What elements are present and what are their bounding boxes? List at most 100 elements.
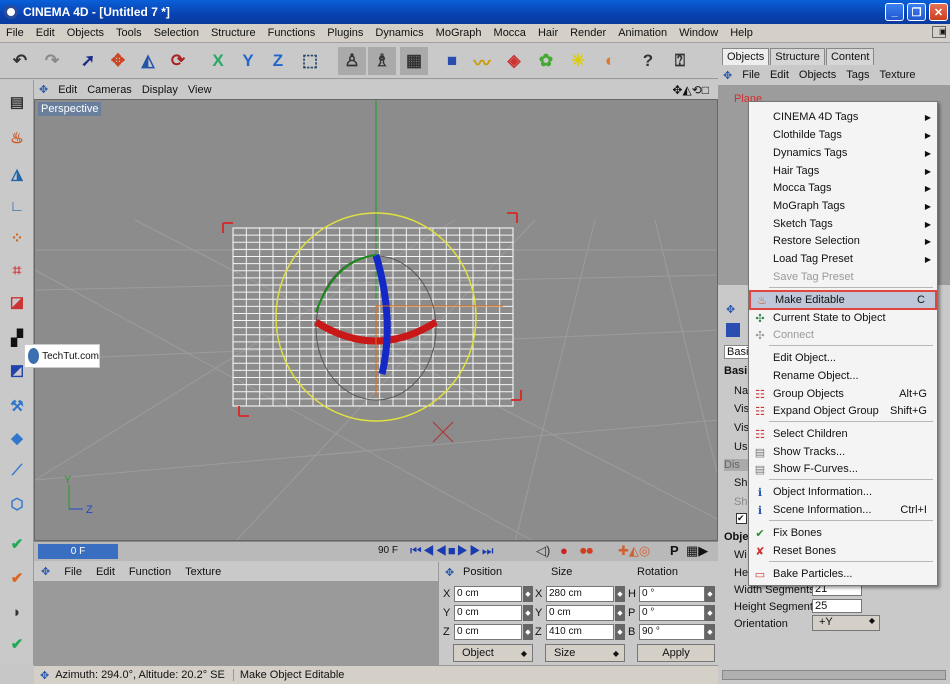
menu-item-clothilde-tags[interactable]: Clothilde Tags ▶ [749, 126, 937, 144]
rot-h-field[interactable]: 0 ° [639, 586, 705, 602]
material-menu-icon[interactable]: ✥ [34, 565, 57, 578]
attr-enabled-checkbox[interactable]: ✔ [736, 513, 747, 524]
maximize-button[interactable]: ❐ [907, 3, 926, 21]
menu-item-edit-object[interactable]: Edit Object... [749, 349, 937, 367]
pointer-tool-icon[interactable]: ➚ [74, 47, 102, 75]
menu-mograph[interactable]: MoGraph [430, 27, 488, 39]
current-frame[interactable]: 0 F [38, 544, 118, 559]
scale-tool-icon[interactable]: ◭ [134, 47, 162, 75]
bone-tool-icon[interactable]: ⚒ [3, 392, 31, 420]
menu-mocca[interactable]: Mocca [488, 27, 532, 39]
object-menu-icon[interactable]: ✥ [718, 69, 737, 82]
tab-objects[interactable]: Objects [722, 48, 770, 65]
menu-structure[interactable]: Structure [205, 27, 262, 39]
autokey-icon[interactable]: ⏺⏺ [580, 543, 593, 559]
nurbs-icon[interactable]: ◈ [500, 47, 528, 75]
menu-item-show-f-curves[interactable]: ▤ Show F-Curves... [749, 460, 937, 478]
sound-icon[interactable]: ◁) [536, 543, 550, 559]
object-menu-tags[interactable]: Tags [841, 69, 874, 81]
object-menu-objects[interactable]: Objects [794, 69, 841, 81]
viewport-menu-display[interactable]: Display [137, 84, 183, 96]
height-segments-field[interactable]: 25 [812, 599, 862, 613]
tab-structure[interactable]: Structure [770, 48, 825, 65]
rot-b-field[interactable]: 90 ° [639, 624, 705, 640]
menu-selection[interactable]: Selection [148, 27, 205, 39]
object-menu-file[interactable]: File [737, 69, 765, 81]
array-icon[interactable]: ✿ [532, 47, 560, 75]
menu-plugins[interactable]: Plugins [321, 27, 369, 39]
minimize-button[interactable]: _ [885, 3, 904, 21]
material-menu-texture[interactable]: Texture [178, 566, 228, 578]
menu-item-cinema4d-tags[interactable]: CINEMA 4D Tags ▶ [749, 108, 937, 126]
menu-tools[interactable]: Tools [110, 27, 148, 39]
use-model-tool-icon[interactable]: ◮ [3, 160, 31, 188]
menu-item-sketch-tags[interactable]: Sketch Tags ▶ [749, 215, 937, 233]
size-x-stepper-icon[interactable]: ◆ [615, 586, 625, 602]
menu-item-fix-bones[interactable]: ✔ Fix Bones [749, 524, 937, 542]
menu-item-show-tracks[interactable]: ▤ Show Tracks... [749, 443, 937, 461]
menu-objects[interactable]: Objects [61, 27, 110, 39]
viewport-menu-edit[interactable]: Edit [53, 84, 82, 96]
menu-item-bake-particles[interactable]: ▭ Bake Particles... [749, 565, 937, 583]
viewport-menu-icon[interactable]: ✥ [34, 83, 53, 96]
paint-tool-icon[interactable]: ◆ [3, 424, 31, 452]
menu-animation[interactable]: Animation [612, 27, 673, 39]
menu-window[interactable]: Window [673, 27, 724, 39]
layout-icon[interactable]: ▤ [3, 88, 31, 116]
menu-dynamics[interactable]: Dynamics [369, 27, 429, 39]
lock-x-icon[interactable]: X [204, 47, 232, 75]
timeline-menu-icon[interactable]: ▦▶ [686, 543, 708, 559]
material-manager-area[interactable] [34, 582, 438, 665]
menu-item-hair-tags[interactable]: Hair Tags ▶ [749, 162, 937, 180]
menu-item-restore-selection[interactable]: Restore Selection ▶ [749, 232, 937, 250]
viewport-menu-view[interactable]: View [183, 84, 217, 96]
light-icon[interactable]: ✳ [564, 47, 592, 75]
use-object-axis-icon[interactable]: ∟ [3, 192, 31, 220]
timeline[interactable]: 0 F 90 F ⏮◀◀■▶▶⏭ ◁) ● ⏺⏺ ✚◭◎ P ▦▶ [34, 541, 718, 561]
menu-functions[interactable]: Functions [262, 27, 322, 39]
menu-item-mocca-tags[interactable]: Mocca Tags ▶ [749, 179, 937, 197]
undo-icon[interactable]: ↶ [6, 47, 34, 75]
size-x-field[interactable]: 280 cm [546, 586, 614, 602]
solo-icon[interactable]: ✔ [3, 530, 31, 558]
menu-item-current-state-to-object[interactable]: ✣ Current State to Object [749, 309, 937, 327]
playback-controls-icon[interactable]: ⏮◀◀■▶▶⏭ [410, 543, 495, 559]
menu-render[interactable]: Render [564, 27, 612, 39]
render-settings-icon[interactable]: ▦ [400, 47, 428, 75]
pos-y-field[interactable]: 0 cm [454, 605, 522, 621]
record-icon[interactable]: ● [560, 543, 568, 558]
viewport-navigation-icons[interactable]: ✥◭⟲□ [667, 83, 714, 97]
material-menu-function[interactable]: Function [122, 566, 178, 578]
menu-item-expand-object-group[interactable]: ☷ Expand Object Group Shift+G [749, 402, 937, 420]
menu-item-rename-object[interactable]: Rename Object... [749, 367, 937, 385]
context-help-icon[interactable]: ⍰ [666, 47, 694, 75]
close-button[interactable]: ✕ [929, 3, 948, 21]
coord-mode-select[interactable]: Object ◆ [453, 644, 533, 662]
rotate-tool-icon[interactable]: ⟳ [164, 47, 192, 75]
pos-y-stepper-icon[interactable]: ◆ [523, 605, 533, 621]
render-view-icon[interactable]: ♙ [338, 47, 366, 75]
menu-edit[interactable]: Edit [30, 27, 61, 39]
menu-item-scene-information[interactable]: ℹ Scene Information... Ctrl+I [749, 501, 937, 519]
object-menu-texture[interactable]: Texture [874, 69, 920, 81]
size-z-stepper-icon[interactable]: ◆ [615, 624, 625, 640]
pos-z-field[interactable]: 0 cm [454, 624, 522, 640]
coords-menu-icon[interactable]: ✥ [445, 566, 454, 579]
key-tools-icon[interactable]: ✚◭◎ [618, 543, 650, 559]
orientation-select[interactable]: +Y ◆ [812, 615, 880, 631]
rot-b-stepper-icon[interactable]: ◆ [705, 624, 715, 640]
menu-help[interactable]: Help [724, 27, 759, 39]
restore-doc-icon[interactable]: ▣ [932, 26, 947, 38]
points-tool-icon[interactable]: ⁘ [3, 224, 31, 252]
menu-item-group-objects[interactable]: ☷ Group Objects Alt+G [749, 385, 937, 403]
snap-icon[interactable]: ◗ [3, 598, 31, 626]
size-y-stepper-icon[interactable]: ◆ [615, 605, 625, 621]
attribute-scrollbar[interactable] [722, 670, 946, 680]
size-mode-select[interactable]: Size ◆ [545, 644, 625, 662]
size-y-field[interactable]: 0 cm [546, 605, 614, 621]
pos-z-stepper-icon[interactable]: ◆ [523, 624, 533, 640]
viewport-menu-cameras[interactable]: Cameras [82, 84, 137, 96]
polygons-tool-icon[interactable]: ◪ [3, 288, 31, 316]
pos-x-stepper-icon[interactable]: ◆ [523, 586, 533, 602]
rot-h-stepper-icon[interactable]: ◆ [705, 586, 715, 602]
